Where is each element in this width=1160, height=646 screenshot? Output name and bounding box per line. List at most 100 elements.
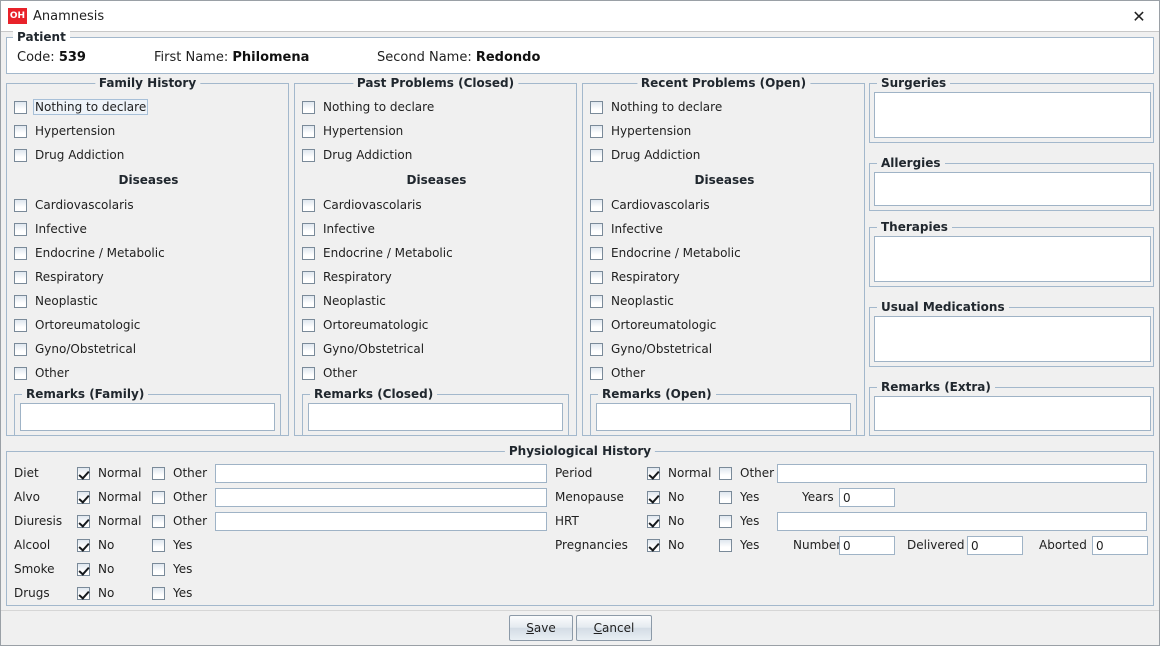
history-2-top-0[interactable]: Nothing to declare	[590, 98, 724, 116]
checkbox-icon[interactable]	[719, 538, 732, 552]
history-2-disease-6[interactable]: Gyno/Obstetrical	[590, 340, 714, 358]
checkbox-icon[interactable]	[77, 466, 90, 480]
history-0-disease-3[interactable]: Respiratory	[14, 268, 106, 286]
remarks-textarea-0[interactable]	[20, 403, 275, 431]
checkbox-icon[interactable]	[77, 562, 90, 576]
checkbox-icon[interactable]	[590, 342, 603, 356]
checkbox-icon[interactable]	[302, 124, 315, 138]
history-0-disease-4[interactable]: Neoplastic	[14, 292, 100, 310]
history-0-top-2[interactable]: Drug Addiction	[14, 146, 126, 164]
physio-left-opt1-1[interactable]: Normal	[77, 488, 143, 506]
checkbox-icon[interactable]	[590, 198, 603, 212]
checkbox-icon[interactable]	[719, 466, 732, 480]
history-0-disease-5[interactable]: Ortoreumatologic	[14, 316, 142, 334]
cancel-button[interactable]: Cancel	[576, 615, 652, 641]
physio-right-opt1-2[interactable]: No	[647, 512, 686, 530]
checkbox-icon[interactable]	[14, 148, 27, 162]
checkbox-icon[interactable]	[152, 586, 165, 600]
checkbox-icon[interactable]	[719, 514, 732, 528]
checkbox-icon[interactable]	[302, 246, 315, 260]
history-1-top-0[interactable]: Nothing to declare	[302, 98, 436, 116]
physio-left-opt1-2[interactable]: Normal	[77, 512, 143, 530]
remarks-textarea-2[interactable]	[596, 403, 851, 431]
checkbox-icon[interactable]	[590, 246, 603, 260]
checkbox-icon[interactable]	[590, 294, 603, 308]
history-2-disease-2[interactable]: Endocrine / Metabolic	[590, 244, 743, 262]
checkbox-icon[interactable]	[302, 294, 315, 308]
history-0-top-1[interactable]: Hypertension	[14, 122, 117, 140]
checkbox-icon[interactable]	[302, 342, 315, 356]
checkbox-icon[interactable]	[14, 222, 27, 236]
aborted-input[interactable]	[1092, 536, 1148, 555]
history-1-top-1[interactable]: Hypertension	[302, 122, 405, 140]
physio-left-input-2[interactable]	[215, 512, 547, 531]
period-other-input[interactable]	[777, 464, 1147, 483]
physio-left-opt2-5[interactable]: Yes	[152, 584, 194, 602]
checkbox-icon[interactable]	[302, 222, 315, 236]
history-2-disease-3[interactable]: Respiratory	[590, 268, 682, 286]
checkbox-icon[interactable]	[302, 318, 315, 332]
checkbox-icon[interactable]	[590, 366, 603, 380]
checkbox-icon[interactable]	[590, 124, 603, 138]
checkbox-icon[interactable]	[302, 198, 315, 212]
checkbox-icon[interactable]	[77, 514, 90, 528]
history-1-disease-4[interactable]: Neoplastic	[302, 292, 388, 310]
right-panel-1-textarea[interactable]	[874, 172, 1151, 206]
checkbox-icon[interactable]	[590, 222, 603, 236]
save-button[interactable]: Save	[509, 615, 573, 641]
checkbox-icon[interactable]	[590, 270, 603, 284]
delivered-input[interactable]	[967, 536, 1023, 555]
physio-right-opt2-2[interactable]: Yes	[719, 512, 761, 530]
remarks-textarea-1[interactable]	[308, 403, 563, 431]
history-2-disease-4[interactable]: Neoplastic	[590, 292, 676, 310]
physio-right-opt2-0[interactable]: Other	[719, 464, 776, 482]
checkbox-icon[interactable]	[590, 100, 603, 114]
checkbox-icon[interactable]	[152, 562, 165, 576]
checkbox-icon[interactable]	[719, 490, 732, 504]
history-2-top-1[interactable]: Hypertension	[590, 122, 693, 140]
checkbox-icon[interactable]	[14, 124, 27, 138]
history-1-disease-3[interactable]: Respiratory	[302, 268, 394, 286]
history-1-disease-6[interactable]: Gyno/Obstetrical	[302, 340, 426, 358]
physio-left-opt1-3[interactable]: No	[77, 536, 116, 554]
history-0-disease-6[interactable]: Gyno/Obstetrical	[14, 340, 138, 358]
close-icon[interactable]: ✕	[1125, 5, 1153, 29]
history-0-disease-1[interactable]: Infective	[14, 220, 89, 238]
history-2-top-2[interactable]: Drug Addiction	[590, 146, 702, 164]
checkbox-icon[interactable]	[77, 490, 90, 504]
physio-right-opt2-1[interactable]: Yes	[719, 488, 761, 506]
physio-left-opt1-4[interactable]: No	[77, 560, 116, 578]
physio-left-opt2-1[interactable]: Other	[152, 488, 209, 506]
years-input[interactable]	[839, 488, 895, 507]
physio-left-opt2-3[interactable]: Yes	[152, 536, 194, 554]
checkbox-icon[interactable]	[14, 342, 27, 356]
physio-right-opt1-3[interactable]: No	[647, 536, 686, 554]
number-input[interactable]	[839, 536, 895, 555]
checkbox-icon[interactable]	[14, 294, 27, 308]
history-2-disease-0[interactable]: Cardiovascolaris	[590, 196, 712, 214]
checkbox-icon[interactable]	[647, 538, 660, 552]
checkbox-icon[interactable]	[14, 270, 27, 284]
checkbox-icon[interactable]	[14, 318, 27, 332]
checkbox-icon[interactable]	[77, 538, 90, 552]
history-0-top-0[interactable]: Nothing to declare	[14, 98, 149, 116]
physio-left-opt2-0[interactable]: Other	[152, 464, 209, 482]
checkbox-icon[interactable]	[14, 100, 27, 114]
checkbox-icon[interactable]	[647, 466, 660, 480]
physio-left-opt1-5[interactable]: No	[77, 584, 116, 602]
history-1-disease-5[interactable]: Ortoreumatologic	[302, 316, 430, 334]
history-1-disease-0[interactable]: Cardiovascolaris	[302, 196, 424, 214]
checkbox-icon[interactable]	[590, 148, 603, 162]
history-0-disease-7[interactable]: Other	[14, 364, 71, 382]
checkbox-icon[interactable]	[302, 100, 315, 114]
physio-left-input-1[interactable]	[215, 488, 547, 507]
history-2-disease-1[interactable]: Infective	[590, 220, 665, 238]
checkbox-icon[interactable]	[77, 586, 90, 600]
physio-right-opt1-1[interactable]: No	[647, 488, 686, 506]
right-panel-0-textarea[interactable]	[874, 92, 1151, 138]
checkbox-icon[interactable]	[302, 366, 315, 380]
physio-left-opt2-4[interactable]: Yes	[152, 560, 194, 578]
physio-right-opt1-0[interactable]: Normal	[647, 464, 713, 482]
history-1-disease-1[interactable]: Infective	[302, 220, 377, 238]
history-2-disease-7[interactable]: Other	[590, 364, 647, 382]
